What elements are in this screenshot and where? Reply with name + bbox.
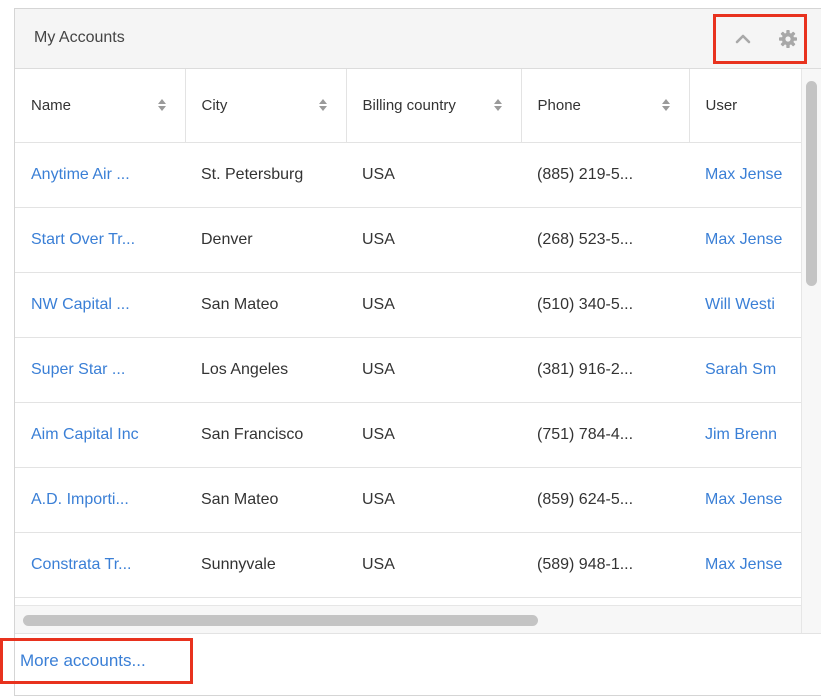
billing-country-cell: USA — [346, 402, 521, 468]
table-row: Aim Capital Inc San Francisco USA (751) … — [15, 402, 821, 468]
sort-icon[interactable] — [318, 97, 328, 113]
column-header-name[interactable]: Name — [15, 69, 186, 143]
column-header-label: Phone — [537, 97, 581, 114]
my-accounts-dashlet: My Accounts Name City Billing country Ph… — [14, 8, 821, 696]
billing-country-cell: USA — [346, 532, 521, 598]
header-controls-highlight — [713, 14, 807, 64]
billing-country-cell: USA — [346, 207, 521, 273]
table-row: Anytime Air ... St. Petersburg USA (885)… — [15, 142, 821, 208]
table-row: A.D. Importi... San Mateo USA (859) 624-… — [15, 467, 821, 533]
sort-icon[interactable] — [157, 97, 167, 113]
vertical-scrollbar[interactable] — [801, 69, 821, 633]
vertical-scroll-thumb[interactable] — [806, 81, 817, 286]
horizontal-scroll-thumb[interactable] — [23, 615, 538, 626]
account-name-link[interactable]: Super Star ... — [15, 337, 185, 403]
phone-cell: (510) 340-5... — [521, 272, 689, 338]
column-header-city[interactable]: City — [185, 69, 347, 143]
sort-icon[interactable] — [493, 97, 503, 113]
phone-cell: (268) 523-5... — [521, 207, 689, 273]
dashlet-header: My Accounts — [15, 9, 821, 69]
phone-cell: (751) 784-4... — [521, 402, 689, 468]
phone-cell: (859) 624-5... — [521, 467, 689, 533]
city-cell: Sunnyvale — [185, 532, 346, 598]
account-name-link[interactable]: Aim Capital Inc — [15, 402, 185, 468]
chevron-up-icon[interactable] — [732, 28, 754, 50]
city-cell: Los Angeles — [185, 337, 346, 403]
more-accounts-link[interactable]: More accounts... — [0, 638, 193, 684]
column-header-label: Billing country — [362, 97, 456, 114]
column-header-label: Name — [31, 97, 72, 114]
account-name-link[interactable]: Constrata Tr... — [15, 532, 185, 598]
phone-cell: (381) 916-2... — [521, 337, 689, 403]
billing-country-cell: USA — [346, 272, 521, 338]
phone-cell: (589) 948-1... — [521, 532, 689, 598]
city-cell: St. Petersburg — [185, 142, 346, 208]
billing-country-cell: USA — [346, 467, 521, 533]
dashlet-title: My Accounts — [34, 29, 125, 46]
column-header-phone[interactable]: Phone — [521, 69, 690, 143]
account-name-link[interactable]: A.D. Importi... — [15, 467, 185, 533]
billing-country-cell: USA — [346, 337, 521, 403]
city-cell: San Francisco — [185, 402, 346, 468]
city-cell: San Mateo — [185, 272, 346, 338]
sort-icon[interactable] — [661, 97, 671, 113]
account-name-link[interactable]: NW Capital ... — [15, 272, 185, 338]
column-header-label: City — [201, 97, 228, 114]
table-header-row: Name City Billing country Phone User — [15, 69, 821, 143]
column-header-billing-country[interactable]: Billing country — [346, 69, 522, 143]
city-cell: Denver — [185, 207, 346, 273]
accounts-table: Name City Billing country Phone User Any… — [15, 69, 821, 598]
footer-divider — [15, 633, 821, 634]
phone-cell: (885) 219-5... — [521, 142, 689, 208]
table-row: Constrata Tr... Sunnyvale USA (589) 948-… — [15, 532, 821, 598]
account-name-link[interactable]: Start Over Tr... — [15, 207, 185, 273]
city-cell: San Mateo — [185, 467, 346, 533]
table-row: NW Capital ... San Mateo USA (510) 340-5… — [15, 272, 821, 338]
column-header-label: User — [705, 97, 738, 114]
account-name-link[interactable]: Anytime Air ... — [15, 142, 185, 208]
table-row: Super Star ... Los Angeles USA (381) 916… — [15, 337, 821, 403]
billing-country-cell: USA — [346, 142, 521, 208]
accounts-table-container: Name City Billing country Phone User Any… — [15, 69, 821, 616]
table-row: Start Over Tr... Denver USA (268) 523-5.… — [15, 207, 821, 273]
gear-icon[interactable] — [777, 28, 799, 50]
horizontal-scrollbar[interactable] — [15, 605, 801, 634]
